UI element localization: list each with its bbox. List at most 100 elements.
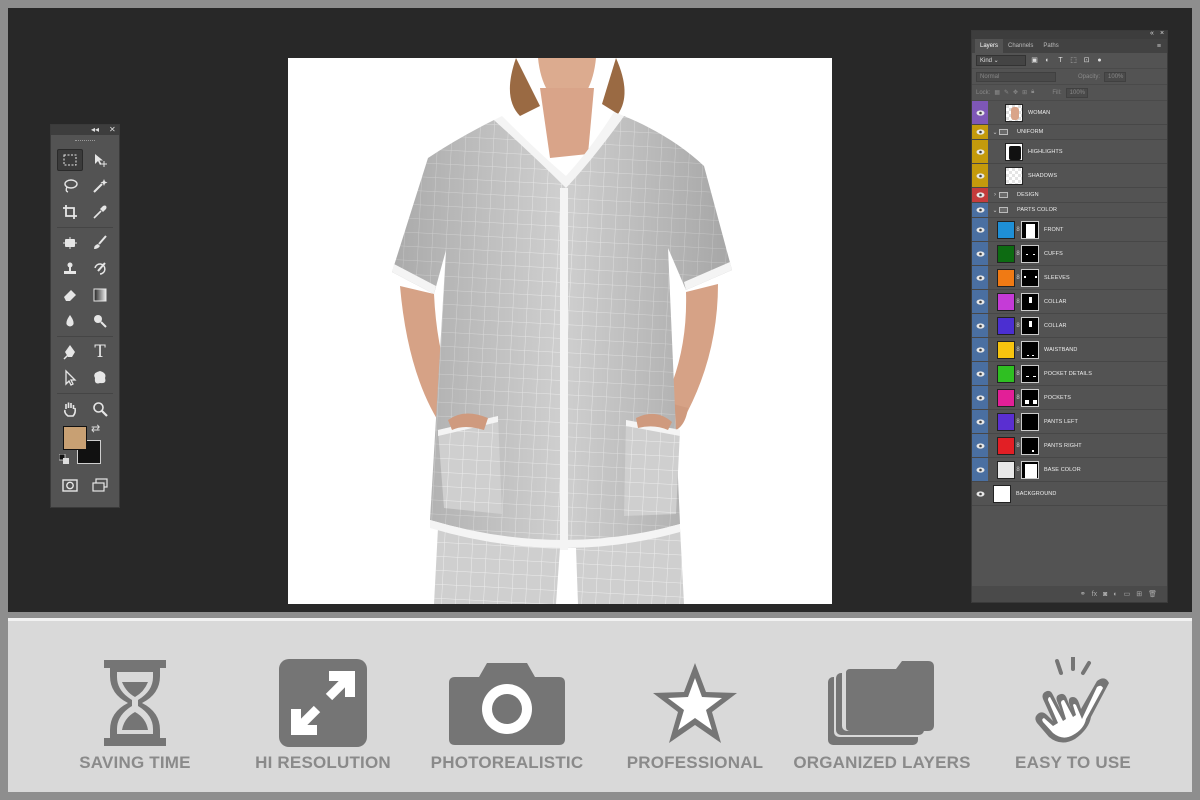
layer-row[interactable]: ⌄ PARTS COLOR bbox=[972, 203, 1167, 218]
layer-name: PANTS RIGHT bbox=[1044, 442, 1082, 449]
chevron-down-icon[interactable]: ⌄ bbox=[991, 129, 999, 136]
visibility-eye-icon[interactable] bbox=[972, 434, 988, 457]
collapse-icon[interactable]: ◂◂ bbox=[91, 125, 99, 135]
layer-row[interactable]: 8 PANTS LEFT bbox=[972, 410, 1167, 434]
chevron-down-icon[interactable]: ⌄ bbox=[991, 207, 999, 214]
custom-shape-icon[interactable] bbox=[87, 367, 113, 389]
visibility-eye-icon[interactable] bbox=[972, 314, 988, 337]
layer-row[interactable]: 8 PANTS RIGHT bbox=[972, 434, 1167, 458]
layer-row[interactable]: 8 POCKETS bbox=[972, 386, 1167, 410]
eraser-tool-icon[interactable] bbox=[57, 284, 83, 306]
type-tool-icon[interactable]: T bbox=[87, 341, 113, 363]
path-selection-icon[interactable] bbox=[57, 367, 83, 389]
healing-brush-icon[interactable] bbox=[57, 232, 83, 254]
screen-mode-icon[interactable] bbox=[87, 474, 113, 496]
document-canvas[interactable] bbox=[288, 58, 832, 604]
panel-menu-icon[interactable]: ≡ bbox=[1157, 43, 1161, 50]
visibility-eye-icon[interactable] bbox=[972, 266, 988, 289]
layer-row[interactable]: 8 FRONT bbox=[972, 218, 1167, 242]
default-colors-icon[interactable] bbox=[59, 454, 69, 464]
lock-image-icon[interactable]: ✎ bbox=[1004, 89, 1009, 96]
zoom-tool-icon[interactable] bbox=[87, 398, 113, 420]
layer-row[interactable]: BACKGROUND bbox=[972, 482, 1167, 506]
visibility-eye-icon[interactable] bbox=[972, 410, 988, 433]
visibility-eye-icon[interactable] bbox=[972, 164, 988, 187]
layer-row[interactable]: 8 WAISTBAND bbox=[972, 338, 1167, 362]
visibility-eye-icon[interactable] bbox=[972, 482, 988, 505]
visibility-eye-icon[interactable] bbox=[972, 290, 988, 313]
foreground-color-swatch[interactable] bbox=[63, 426, 87, 450]
visibility-eye-icon[interactable] bbox=[972, 140, 988, 163]
lock-all-icon[interactable]: 🔒︎ bbox=[1031, 89, 1034, 96]
opacity-field[interactable]: 100% bbox=[1104, 71, 1127, 82]
layer-row[interactable]: 8 COLLAR bbox=[972, 290, 1167, 314]
link-layers-icon[interactable]: ⚭ bbox=[1080, 590, 1086, 598]
close-icon[interactable]: × bbox=[1160, 30, 1164, 37]
visibility-eye-icon[interactable] bbox=[972, 242, 988, 265]
clone-stamp-icon[interactable] bbox=[57, 258, 83, 280]
visibility-eye-icon[interactable] bbox=[972, 218, 988, 241]
visibility-eye-icon[interactable] bbox=[972, 125, 988, 139]
layer-row[interactable]: 8 CUFFS bbox=[972, 242, 1167, 266]
drag-grip[interactable] bbox=[51, 135, 119, 147]
layer-row[interactable]: SHADOWS bbox=[972, 164, 1167, 188]
layers-panel: « × Layers Channels Paths ≡ Kind ⌄ ▣ ◐ T… bbox=[971, 30, 1168, 603]
visibility-eye-icon[interactable] bbox=[972, 386, 988, 409]
shape-filter-icon[interactable]: ⬚ bbox=[1069, 56, 1078, 65]
tools-panel-header[interactable]: ◂◂ ✕ bbox=[51, 125, 119, 135]
marquee-tool-icon[interactable] bbox=[57, 149, 83, 171]
blur-tool-icon[interactable] bbox=[57, 310, 83, 332]
smart-object-filter-icon[interactable]: ⊡ bbox=[1082, 56, 1091, 65]
eyedropper-icon[interactable] bbox=[87, 201, 113, 223]
layer-row[interactable]: WOMAN bbox=[972, 101, 1167, 125]
visibility-eye-icon[interactable] bbox=[972, 458, 988, 481]
add-mask-icon[interactable]: ◙ bbox=[1103, 591, 1107, 598]
lock-transparent-icon[interactable]: ▦ bbox=[994, 89, 1000, 96]
tab-layers[interactable]: Layers bbox=[975, 39, 1004, 53]
quick-mask-icon[interactable] bbox=[57, 474, 83, 496]
layer-row[interactable]: 8 POCKET DETAILS bbox=[972, 362, 1167, 386]
crop-tool-icon[interactable] bbox=[57, 201, 83, 223]
lock-artboard-icon[interactable]: ⊞ bbox=[1022, 89, 1027, 96]
adjustment-filter-icon[interactable]: ◐ bbox=[1043, 56, 1052, 65]
blend-mode-select[interactable]: Normal bbox=[976, 71, 1056, 82]
visibility-eye-icon[interactable] bbox=[972, 338, 988, 361]
visibility-eye-icon[interactable] bbox=[972, 203, 988, 217]
filter-toggle-icon[interactable]: ● bbox=[1095, 56, 1104, 65]
kind-filter-select[interactable]: Kind ⌄ bbox=[976, 55, 1026, 66]
visibility-eye-icon[interactable] bbox=[972, 362, 988, 385]
layers-panel-header[interactable]: « × bbox=[972, 30, 1167, 39]
adjustment-layer-icon[interactable]: ◐ bbox=[1113, 591, 1117, 598]
lock-position-icon[interactable]: ✥ bbox=[1013, 89, 1018, 96]
new-group-icon[interactable]: ▭ bbox=[1124, 590, 1131, 598]
layer-row[interactable]: ⌄ UNIFORM bbox=[972, 125, 1167, 140]
swap-colors-icon[interactable]: ⇄ bbox=[91, 422, 100, 435]
layer-row[interactable]: 8 SLEEVES bbox=[972, 266, 1167, 290]
pixel-filter-icon[interactable]: ▣ bbox=[1030, 56, 1039, 65]
move-tool-icon[interactable] bbox=[87, 149, 113, 171]
magic-wand-icon[interactable] bbox=[87, 175, 113, 197]
layer-style-icon[interactable]: fx bbox=[1092, 591, 1097, 598]
layer-row[interactable]: 8 COLLAR bbox=[972, 314, 1167, 338]
hand-tool-icon[interactable] bbox=[57, 398, 83, 420]
chevron-right-icon[interactable]: › bbox=[991, 192, 999, 198]
tab-channels[interactable]: Channels bbox=[1003, 39, 1038, 53]
delete-layer-icon[interactable]: 🗑︎ bbox=[1148, 590, 1157, 598]
collapse-icon[interactable]: « bbox=[1150, 30, 1154, 37]
type-filter-icon[interactable]: T bbox=[1056, 56, 1065, 65]
close-icon[interactable]: ✕ bbox=[109, 125, 116, 135]
lasso-tool-icon[interactable] bbox=[57, 175, 83, 197]
tab-paths[interactable]: Paths bbox=[1038, 39, 1063, 53]
visibility-eye-icon[interactable] bbox=[972, 188, 988, 202]
pen-tool-icon[interactable] bbox=[57, 341, 83, 363]
gradient-tool-icon[interactable] bbox=[87, 284, 113, 306]
brush-tool-icon[interactable] bbox=[87, 232, 113, 254]
layer-row[interactable]: HIGHLIGHTS bbox=[972, 140, 1167, 164]
new-layer-icon[interactable]: ⊞ bbox=[1136, 590, 1142, 598]
visibility-eye-icon[interactable] bbox=[972, 101, 988, 124]
fill-field[interactable]: 100% bbox=[1065, 87, 1088, 98]
history-brush-icon[interactable] bbox=[87, 258, 113, 280]
layer-row[interactable]: › DESIGN bbox=[972, 188, 1167, 203]
layer-row[interactable]: 8 BASE COLOR bbox=[972, 458, 1167, 482]
dodge-tool-icon[interactable] bbox=[87, 310, 113, 332]
